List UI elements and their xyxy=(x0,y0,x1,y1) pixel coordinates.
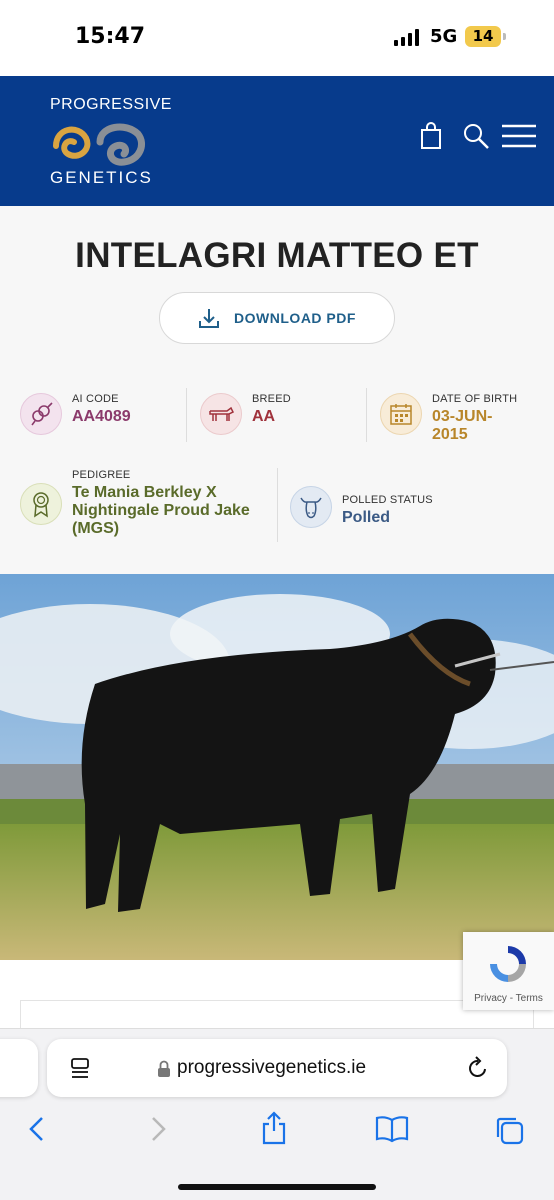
dob-item: DATE OF BIRTH 03-JUN- 2015 xyxy=(380,393,517,444)
breed-value: AA xyxy=(252,408,276,425)
share-icon[interactable] xyxy=(260,1111,288,1145)
back-icon[interactable] xyxy=(27,1115,47,1143)
cow-icon xyxy=(200,393,242,435)
award-icon xyxy=(20,483,62,525)
status-time: 15:47 xyxy=(75,24,146,49)
status-bar: 15:47 5G 14 xyxy=(0,0,554,76)
pedigree-value-line2: Nightingale Proud Jake xyxy=(72,502,250,519)
divider xyxy=(366,388,367,442)
home-indicator xyxy=(178,1184,376,1190)
pedigree-value-line1: Te Mania Berkley X xyxy=(72,484,217,501)
divider xyxy=(186,388,187,442)
divider xyxy=(277,468,278,542)
site-header: PROGRESSIVE GENETICS xyxy=(0,76,554,206)
polled-item: POLLED STATUS Polled xyxy=(290,486,433,528)
dob-label: DATE OF BIRTH xyxy=(432,393,518,405)
lock-icon xyxy=(158,1060,170,1077)
logo-text-top: PROGRESSIVE xyxy=(50,96,172,113)
menu-icon[interactable] xyxy=(502,122,536,150)
download-pdf-label: DOWNLOAD PDF xyxy=(234,310,356,326)
ai-code-label: AI CODE xyxy=(72,393,119,405)
page-menu-icon[interactable] xyxy=(69,1057,91,1079)
pedigree-value-line3: (MGS) xyxy=(72,520,120,537)
dob-value-line1: 03-JUN- xyxy=(432,408,493,425)
calendar-icon xyxy=(380,393,422,435)
ai-code-item: AI CODE AA4089 xyxy=(20,393,131,435)
download-icon xyxy=(199,309,220,328)
url-text: progressivegenetics.ie xyxy=(177,1057,367,1078)
breed-item: BREED AA xyxy=(200,393,291,435)
recaptcha-badge[interactable]: Privacy - Terms xyxy=(463,932,554,1010)
ai-code-value: AA4089 xyxy=(72,408,131,425)
recaptcha-links[interactable]: Privacy - Terms xyxy=(463,993,554,1004)
reload-icon[interactable] xyxy=(467,1056,489,1080)
previous-tab-pill[interactable] xyxy=(0,1039,38,1097)
logo-icon[interactable] xyxy=(48,116,148,168)
bull-photo xyxy=(0,574,554,960)
pedigree-label: PEDIGREE xyxy=(72,469,131,481)
breed-label: BREED xyxy=(252,393,291,405)
bookmarks-icon[interactable] xyxy=(375,1115,409,1143)
pedigree-item: PEDIGREE Te Mania Berkley X Nightingale … xyxy=(20,469,250,538)
download-pdf-button[interactable]: DOWNLOAD PDF xyxy=(159,292,395,344)
bag-icon[interactable] xyxy=(420,122,442,150)
recaptcha-icon xyxy=(490,946,526,982)
browser-toolbar: progressivegenetics.ie xyxy=(0,1028,554,1200)
product-summary: INTELAGRI MATTEO ET DOWNLOAD PDF AI CODE… xyxy=(0,206,554,576)
forward-icon[interactable] xyxy=(148,1115,168,1143)
gender-icon xyxy=(20,393,62,435)
network-label: 5G xyxy=(430,26,458,47)
polled-label: POLLED STATUS xyxy=(342,494,433,506)
battery-tip xyxy=(503,33,506,40)
address-bar[interactable]: progressivegenetics.ie xyxy=(47,1039,507,1097)
search-icon[interactable] xyxy=(462,122,490,150)
tabs-icon[interactable] xyxy=(494,1115,526,1147)
bull-head-icon xyxy=(290,486,332,528)
battery-icon: 14 xyxy=(465,26,501,47)
polled-value: Polled xyxy=(342,509,391,526)
dob-value-line2: 2015 xyxy=(432,426,468,443)
logo-text-bottom: GENETICS xyxy=(50,168,153,187)
signal-icon xyxy=(394,28,419,46)
page-title: INTELAGRI MATTEO ET xyxy=(75,236,479,275)
